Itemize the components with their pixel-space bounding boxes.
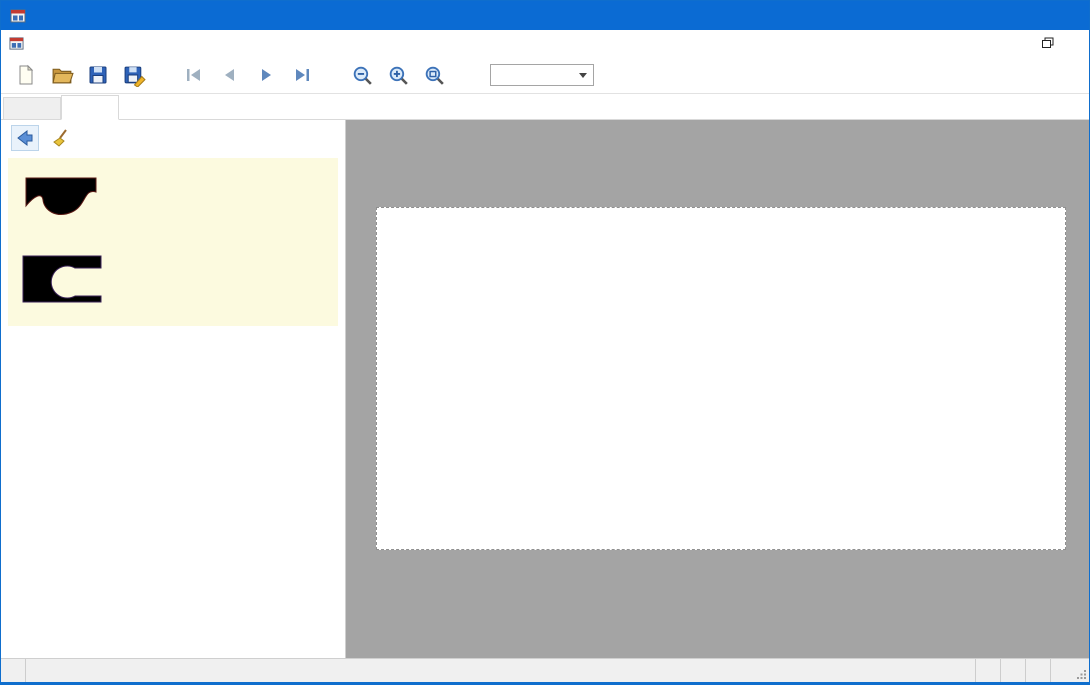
zoom-out-button[interactable] bbox=[347, 60, 377, 90]
save-as-icon bbox=[123, 64, 146, 87]
previous-plate-button[interactable] bbox=[215, 60, 245, 90]
mdi-window-controls bbox=[1009, 34, 1089, 54]
engine-select[interactable] bbox=[490, 64, 594, 86]
auto-nest-button[interactable] bbox=[602, 70, 622, 80]
import-drawing-button[interactable] bbox=[11, 125, 39, 151]
main-area bbox=[1, 120, 1089, 658]
window-controls bbox=[951, 1, 1089, 30]
resize-grip[interactable] bbox=[1075, 659, 1089, 682]
next-plate-button[interactable] bbox=[251, 60, 281, 90]
red-part-shape bbox=[22, 172, 102, 230]
menu-nest[interactable] bbox=[101, 39, 119, 49]
zoom-in-icon bbox=[387, 64, 410, 87]
save-icon bbox=[87, 64, 109, 86]
close-button[interactable] bbox=[1043, 1, 1089, 30]
sidebar-drawings-panel bbox=[1, 120, 346, 658]
mdi-minimize-button[interactable] bbox=[1009, 34, 1031, 54]
menu-tools[interactable] bbox=[83, 39, 101, 49]
menu-edit[interactable] bbox=[47, 39, 65, 49]
drawing-item-uhmw-guide[interactable] bbox=[14, 246, 332, 308]
chevron-down-icon bbox=[579, 73, 587, 78]
toolbar bbox=[1, 57, 1089, 94]
grip-icon bbox=[1077, 670, 1087, 680]
last-arrow-icon bbox=[291, 64, 313, 86]
back-arrow-icon bbox=[15, 128, 35, 148]
statusbar bbox=[1, 658, 1089, 682]
menu-window[interactable] bbox=[137, 39, 155, 49]
broom-icon bbox=[51, 128, 71, 148]
document-icon bbox=[9, 36, 24, 51]
tab-plates[interactable] bbox=[3, 97, 61, 119]
zoom-fit-icon bbox=[423, 64, 446, 87]
new-file-icon bbox=[15, 64, 37, 86]
menu-view[interactable] bbox=[65, 39, 83, 49]
sidebar-toolbar bbox=[1, 120, 345, 156]
zoom-fit-button[interactable] bbox=[419, 60, 449, 90]
nest-canvas[interactable] bbox=[346, 120, 1089, 658]
restore-icon bbox=[1042, 40, 1051, 48]
tab-drawings[interactable] bbox=[61, 95, 119, 120]
save-button[interactable] bbox=[83, 60, 113, 90]
status-mode bbox=[1, 659, 25, 682]
drawing-list bbox=[8, 158, 338, 326]
new-button[interactable] bbox=[11, 60, 41, 90]
status-location bbox=[26, 659, 50, 682]
maximize-button[interactable] bbox=[997, 1, 1043, 30]
remnants-button[interactable] bbox=[630, 70, 650, 80]
minimize-button[interactable] bbox=[951, 1, 997, 30]
titlebar bbox=[1, 1, 1089, 30]
part-thumbnail bbox=[14, 168, 110, 230]
zoom-out-icon bbox=[351, 64, 374, 87]
status-plate bbox=[975, 659, 1000, 682]
mdi-restore-button[interactable] bbox=[1035, 34, 1057, 54]
tabstrip bbox=[1, 94, 1089, 120]
purple-part-shape bbox=[19, 250, 105, 308]
status-gpu bbox=[1050, 659, 1075, 682]
app-icon bbox=[10, 8, 26, 24]
menu-plate[interactable] bbox=[119, 39, 137, 49]
zoom-in-button[interactable] bbox=[383, 60, 413, 90]
part-thumbnail bbox=[14, 246, 110, 308]
plate[interactable] bbox=[376, 207, 1066, 550]
status-size bbox=[1000, 659, 1025, 682]
first-plate-button[interactable] bbox=[179, 60, 209, 90]
statusbar-right bbox=[975, 659, 1089, 682]
open-button[interactable] bbox=[47, 60, 77, 90]
status-qty bbox=[1025, 659, 1050, 682]
drawing-item-extraction-pipe-holder[interactable] bbox=[14, 168, 332, 230]
previous-arrow-icon bbox=[219, 64, 241, 86]
clear-drawings-button[interactable] bbox=[47, 125, 75, 151]
menubar bbox=[1, 30, 1089, 57]
open-folder-icon bbox=[51, 64, 74, 87]
save-as-button[interactable] bbox=[119, 60, 149, 90]
mdi-close-button[interactable] bbox=[1061, 34, 1083, 54]
app-window bbox=[0, 0, 1090, 685]
first-arrow-icon bbox=[183, 64, 205, 86]
last-plate-button[interactable] bbox=[287, 60, 317, 90]
menu-file[interactable] bbox=[29, 39, 47, 49]
next-arrow-icon bbox=[255, 64, 277, 86]
